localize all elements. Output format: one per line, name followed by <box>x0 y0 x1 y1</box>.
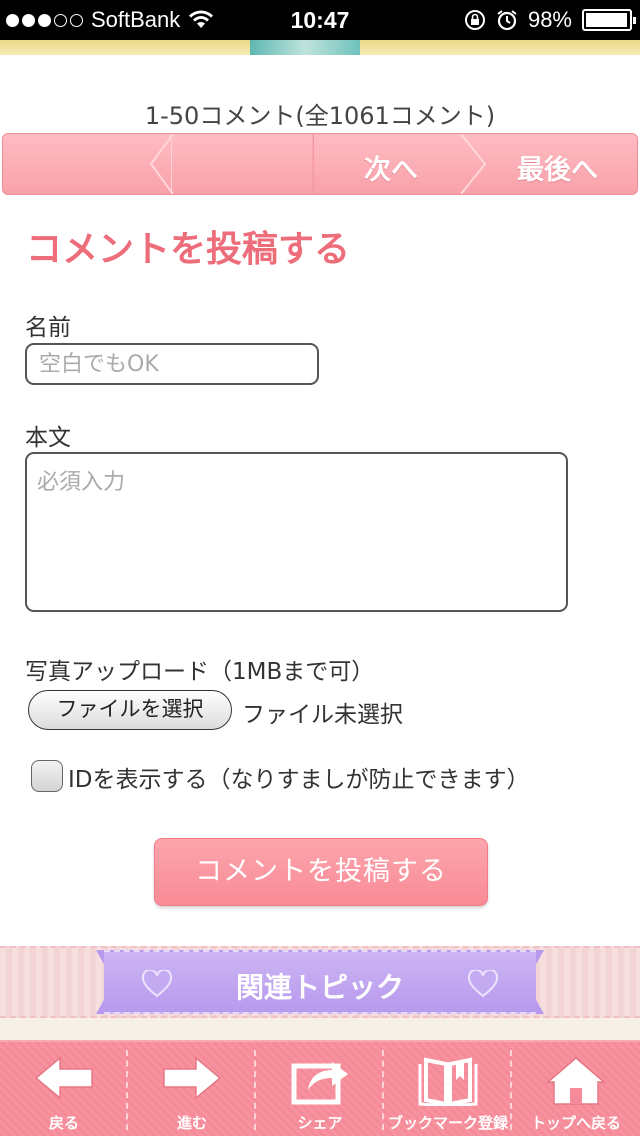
file-status: ファイル未選択 <box>242 702 403 728</box>
toolbar-bookmark-button[interactable]: ブックマーク登録 <box>384 1042 512 1138</box>
toolbar-home-button[interactable]: トップへ戻る <box>512 1042 640 1138</box>
pager-prev-button[interactable] <box>171 134 313 194</box>
name-input[interactable] <box>25 343 319 385</box>
name-label: 名前 <box>25 315 71 341</box>
toolbar-bookmark-label: ブックマーク登録 <box>387 1114 508 1132</box>
comment-count: 1-50コメント(全1061コメント) <box>144 102 496 130</box>
toolbar-back-label: 戻る <box>48 1114 79 1132</box>
pager-bar: 次へ 最後へ <box>2 133 638 195</box>
toolbar-home-label: トップへ戻る <box>530 1114 621 1132</box>
body-textarea[interactable] <box>25 452 568 612</box>
ad-banner[interactable] <box>0 40 640 55</box>
status-right: 98% <box>464 7 636 33</box>
book-icon <box>418 1057 478 1106</box>
battery-fill <box>586 13 628 27</box>
toolbar-forward-button[interactable]: 進む <box>128 1042 256 1138</box>
toolbar-back-button[interactable]: 戻る <box>0 1042 128 1138</box>
pager-last-button[interactable]: 最後へ <box>475 134 639 194</box>
show-id-checkbox[interactable] <box>31 760 63 792</box>
toolbar-share-label: シェア <box>297 1114 343 1132</box>
related-topics-ribbon[interactable]: 関連トピック <box>104 950 536 1014</box>
arrow-right-icon <box>163 1056 222 1100</box>
share-icon <box>291 1062 348 1105</box>
body-label: 本文 <box>25 425 71 451</box>
submit-comment-button[interactable]: コメントを投稿する <box>154 838 488 906</box>
home-icon <box>545 1057 607 1105</box>
toolbar-forward-label: 進む <box>176 1114 207 1132</box>
bottom-toolbar: 戻る 進む シェア ブックマーク登録 トップへ戻る <box>0 1040 640 1136</box>
show-id-label[interactable]: IDを表示する（なりすましが防止できます） <box>68 760 530 794</box>
pager-next-label: 次へ <box>364 155 418 186</box>
ad-banner-product-image <box>250 40 360 55</box>
form-title: コメントを投稿する <box>26 229 351 270</box>
battery-icon <box>582 9 636 31</box>
arrow-left-icon <box>34 1056 93 1100</box>
content-edge <box>0 1018 640 1042</box>
alarm-icon <box>497 10 517 31</box>
rotation-lock-icon <box>464 10 485 30</box>
upload-label: 写真アップロード（1MBまで可） <box>25 659 375 685</box>
status-bar: SoftBank 10:47 98% <box>0 0 640 40</box>
battery-percent: 98% <box>527 7 572 32</box>
pager-last-label: 最後へ <box>517 155 598 186</box>
toolbar-share-button[interactable]: シェア <box>256 1042 384 1138</box>
heart-icon <box>468 970 498 998</box>
choose-file-button[interactable]: ファイルを選択 <box>28 690 232 730</box>
pager-next-button[interactable]: 次へ <box>313 134 475 194</box>
